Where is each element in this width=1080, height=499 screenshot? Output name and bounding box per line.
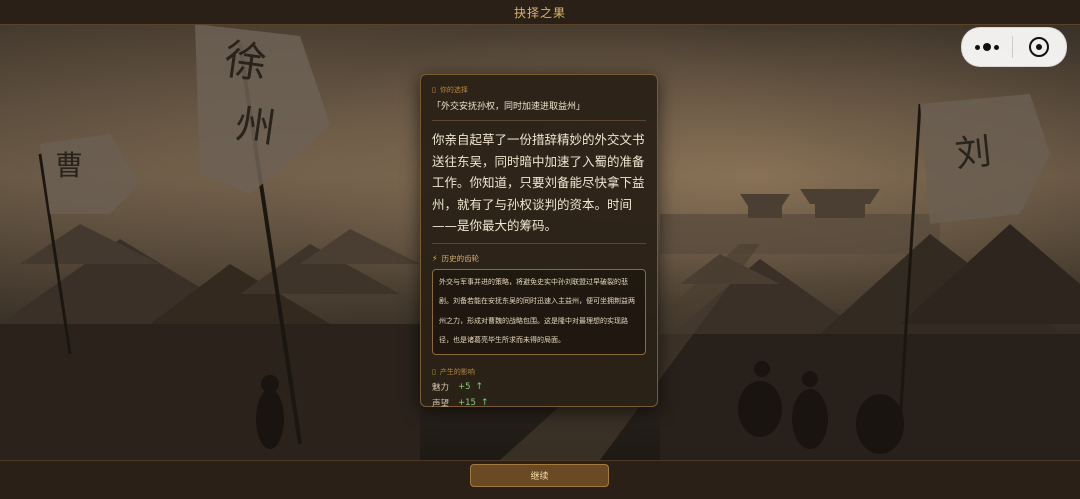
narrative-text: 你亲自起草了一份措辞精妙的外交文书送往东吴，同时暗中加速了入蜀的准备工作。你知道…: [432, 129, 646, 244]
banner-char-zhou: 州: [232, 101, 279, 153]
banner-char-cao: 曹: [55, 149, 84, 182]
stat-name: 声望: [432, 398, 450, 409]
arrow-up-icon: ↑: [480, 397, 489, 408]
history-header: ⚡ 历史的齿轮: [432, 253, 646, 264]
bullet-icon: ▯: [432, 367, 436, 376]
stat-row-charm: 魅力 +5 ↑: [432, 381, 646, 393]
header-bar: 抉择之果: [0, 0, 1080, 25]
bullet-icon: ▯: [432, 86, 436, 94]
result-card: ▯ 你的选择 「外交安抚孙权，同时加速进取益州」 你亲自起草了一份措辞精妙的外交…: [420, 74, 658, 409]
your-choice-label: 你的选择: [439, 86, 468, 94]
capsule-menu: [961, 27, 1067, 67]
stat-value: +5: [458, 381, 471, 392]
lightning-icon: ⚡: [432, 253, 438, 263]
page-title: 抉择之果: [513, 5, 566, 20]
stat-row-prestige: 声望 +15 ↑: [432, 397, 646, 409]
banner-char-xu: 徐: [221, 34, 270, 89]
arrow-up-icon: ↑: [475, 381, 484, 392]
effects-label: 产生的影响: [439, 367, 475, 376]
history-label: 历史的齿轮: [441, 253, 480, 263]
your-choice-header: ▯ 你的选择: [432, 85, 646, 95]
more-dots-icon[interactable]: [962, 43, 1012, 51]
continue-button[interactable]: 继续: [470, 464, 609, 487]
banner-char-liu: 刘: [953, 131, 994, 176]
history-text: 外交与军事并进的策略，将避免史实中孙刘联盟过早破裂的悲剧。刘备若能在安抚东吴的同…: [432, 268, 646, 355]
effects-header: ▯ 产生的影响: [432, 367, 646, 377]
stat-name: 魅力: [432, 382, 450, 393]
choice-text: 「外交安抚孙权，同时加速进取益州」: [432, 99, 646, 121]
close-circle-icon[interactable]: [1013, 37, 1065, 57]
stat-value: +15: [458, 397, 476, 408]
